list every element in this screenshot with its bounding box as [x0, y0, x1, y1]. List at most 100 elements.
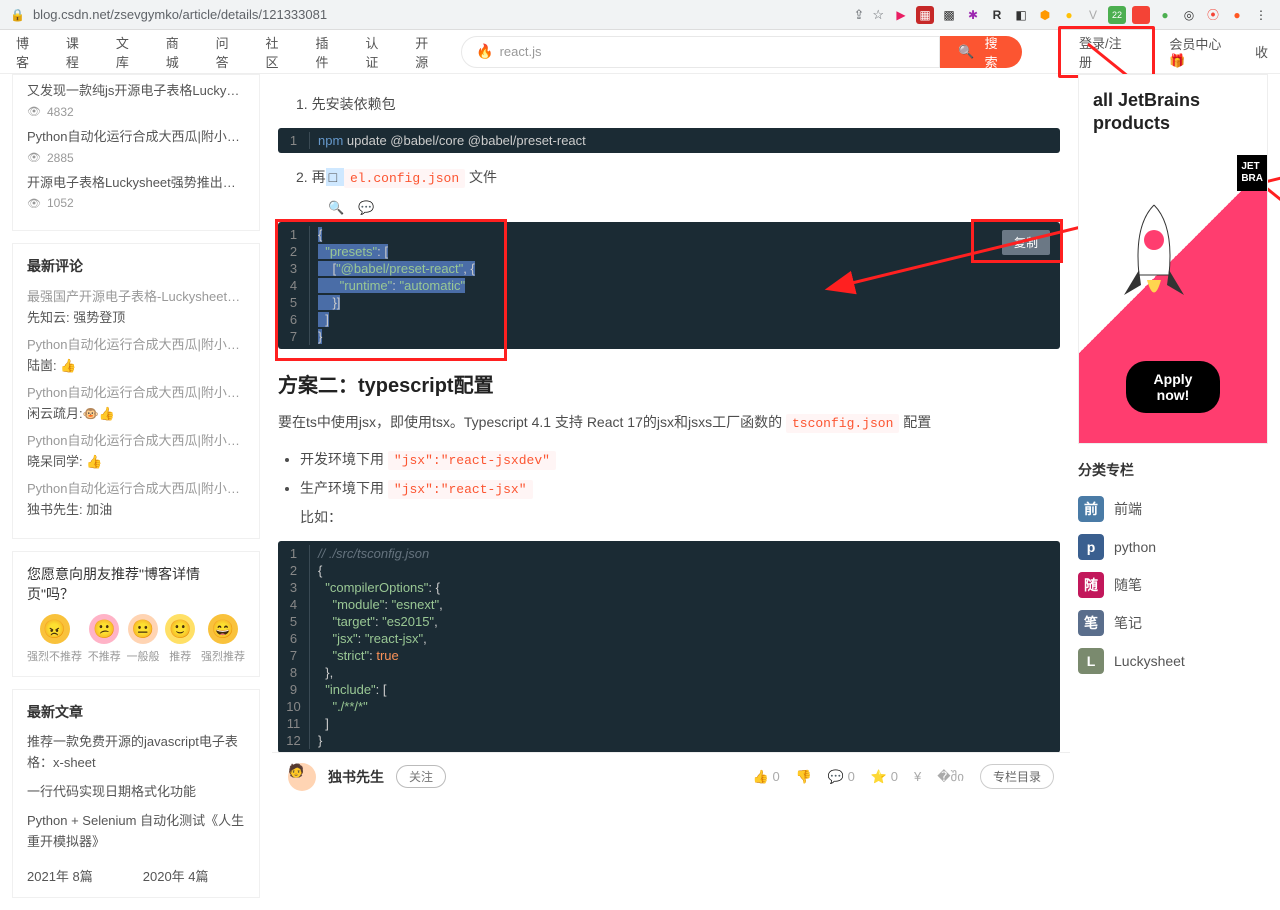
comment-icon[interactable]: 💬	[358, 200, 374, 216]
dislike-button[interactable]: 👎	[796, 769, 812, 785]
comment-item[interactable]: Python自动化运行合成大西瓜|附小游戏...闲云疏月:🐵👍	[27, 382, 245, 422]
nav-link[interactable]: 问答	[212, 33, 246, 71]
year-stat[interactable]: 2020年 4篇	[143, 866, 209, 885]
category-item[interactable]: 前前端	[1078, 490, 1268, 528]
nav-link[interactable]: 博客	[12, 33, 46, 71]
get-link[interactable]: 收	[1255, 42, 1268, 61]
paragraph: 要在ts中使用jsx，即使用tsx。Typescript 4.1 支持 Reac…	[278, 408, 1060, 437]
ext-icon[interactable]: 22	[1108, 6, 1126, 24]
code-content[interactable]: }	[310, 732, 330, 749]
category-item[interactable]: ppython	[1078, 528, 1268, 566]
recommend-heading: 您愿意向朋友推荐"博客详情页"吗？	[27, 564, 245, 604]
nav-link[interactable]: 社区	[262, 33, 296, 71]
comment-item[interactable]: Python自动化运行合成大西瓜|附小游戏...独书先生: 加油	[27, 478, 245, 518]
category-item[interactable]: 随随笔	[1078, 566, 1268, 604]
author-avatar[interactable]: 🧑	[288, 763, 316, 791]
line-number: 11	[278, 715, 310, 732]
toc-button[interactable]: 专栏目录	[980, 764, 1054, 789]
ext-icon[interactable]: ▩	[940, 6, 958, 24]
comment-item[interactable]: 最强国产开源电子表格-Luckysheet，强...先知云: 强势登顶	[27, 286, 245, 326]
author-name[interactable]: 独书先生	[328, 767, 384, 787]
ext-icon[interactable]: ⦿	[1204, 6, 1222, 24]
comment-item[interactable]: Python自动化运行合成大西瓜|附小游戏...陆崮: 👍	[27, 334, 245, 374]
code-content[interactable]: "target": "es2015",	[310, 613, 446, 630]
line-number: 1	[278, 132, 310, 149]
nav-link[interactable]: 插件	[311, 33, 345, 71]
share-button[interactable]: �ში	[937, 769, 964, 785]
ext-icon[interactable]: ●	[1228, 6, 1246, 24]
comment-count[interactable]: 💬 0	[828, 769, 855, 785]
category-item[interactable]: LLuckysheet	[1078, 642, 1268, 680]
code-content[interactable]: "include": [	[310, 681, 395, 698]
code-content[interactable]: "module": "esnext",	[310, 596, 451, 613]
follow-button[interactable]: 关注	[396, 765, 446, 788]
ext-icon[interactable]: ⋮	[1252, 6, 1270, 24]
rating-emoji[interactable]: 😄强烈推荐	[201, 614, 245, 664]
nav-link[interactable]: 开源	[411, 33, 445, 71]
star-icon[interactable]: ☆	[872, 7, 884, 23]
latest-article-link[interactable]: Python + Selenium 自动化测试《人生重开模拟器》	[27, 811, 245, 853]
rating-emoji[interactable]: 😕不推荐	[88, 614, 121, 664]
related-articles-card: 又发现一款纯js开源电子表格Luckysheet 👁 4832 Python自动化运…	[12, 74, 260, 231]
zoom-icon[interactable]: 🔍	[328, 200, 344, 216]
comment-item[interactable]: Python自动化运行合成大西瓜|附小游戏...晓呆同学: 👍	[27, 430, 245, 470]
login-link[interactable]: 登录/注册	[1058, 26, 1155, 78]
member-link[interactable]: 会员中心 🎁	[1169, 34, 1241, 69]
ad-card[interactable]: all JetBrains products JET BRA Apply now…	[1078, 74, 1268, 444]
related-article-link[interactable]: 又发现一款纯js开源电子表格Luckysheet	[27, 81, 245, 102]
ext-icon[interactable]: ▦	[916, 6, 934, 24]
ext-icon[interactable]: ◧	[1012, 6, 1030, 24]
search-box[interactable]: 🔥	[461, 36, 940, 68]
category-item[interactable]: 笔笔记	[1078, 604, 1268, 642]
code-content[interactable]: "./**/*"	[310, 698, 376, 715]
reward-button[interactable]: ¥	[914, 769, 921, 784]
search-icon: 🔍	[958, 44, 974, 60]
step-text: 1. 先安装依赖包	[296, 90, 1060, 118]
code-content[interactable]: "strict": true	[310, 647, 407, 664]
ext-icon[interactable]: ⬢	[1036, 6, 1054, 24]
code-content[interactable]: },	[310, 664, 341, 681]
year-stat[interactable]: 2021年 8篇	[27, 866, 93, 885]
code-content[interactable]: "compilerOptions": {	[310, 579, 448, 596]
ad-text: all JetBrains products	[1079, 75, 1267, 150]
nav-link[interactable]: 文库	[112, 33, 146, 71]
nav-link[interactable]: 商城	[162, 33, 196, 71]
star-count[interactable]: ⭐ 0	[871, 769, 898, 785]
related-article-link[interactable]: 开源电子表格Luckysheet强势推出在线协作	[27, 173, 245, 194]
rating-emoji[interactable]: 😠强烈不推荐	[27, 614, 82, 664]
rating-emoji[interactable]: 🙂推荐	[165, 614, 195, 664]
ext-icon[interactable]	[1132, 6, 1150, 24]
code-content: npm update @babel/core @babel/preset-rea…	[310, 132, 594, 149]
view-count: 👁 2885	[27, 151, 245, 165]
share-icon[interactable]: ⇪	[853, 7, 864, 23]
latest-article-link[interactable]: 推荐一款免费开源的javascript电子表格：x-sheet	[27, 732, 245, 774]
code-content[interactable]: {	[310, 562, 330, 579]
ad-apply-button[interactable]: Apply now!	[1126, 361, 1220, 413]
related-article-link[interactable]: Python自动化运行合成大西瓜|附小游戏地址	[27, 127, 245, 148]
line-number: 4	[278, 596, 310, 613]
nav-link[interactable]: 认证	[361, 33, 395, 71]
comments-card: 最新评论 最强国产开源电子表格-Luckysheet，强...先知云: 强势登顶…	[12, 243, 260, 539]
ext-icon[interactable]: ✱	[964, 6, 982, 24]
ext-icon[interactable]: R	[988, 6, 1006, 24]
ext-icon[interactable]: ▶	[892, 6, 910, 24]
code-block-1: 1 npm update @babel/core @babel/preset-r…	[278, 128, 1060, 153]
ext-icon[interactable]: ●	[1156, 6, 1174, 24]
latest-heading: 最新文章	[27, 702, 245, 722]
code-content[interactable]: // ./src/tsconfig.json	[310, 545, 437, 562]
view-count: 👁 4832	[27, 105, 245, 119]
code-content[interactable]: "jsx": "react-jsx",	[310, 630, 435, 647]
ext-icon[interactable]: ●	[1060, 6, 1078, 24]
line-number: 2	[278, 562, 310, 579]
top-nav: 博客课程文库商城问答社区插件认证开源 🔥 🔍 搜索 登录/注册 会员中心 🎁 收	[0, 30, 1280, 74]
nav-link[interactable]: 课程	[62, 33, 96, 71]
like-count[interactable]: 👍 0	[753, 769, 780, 785]
search-button[interactable]: 🔍 搜索	[940, 36, 1022, 68]
ext-icon[interactable]: ◎	[1180, 6, 1198, 24]
line-number: 8	[278, 664, 310, 681]
ext-icon[interactable]: V	[1084, 6, 1102, 24]
search-input[interactable]	[500, 44, 925, 59]
url-text: blog.csdn.net/zsevgymko/article/details/…	[33, 7, 845, 22]
rating-emoji[interactable]: 😐一般般	[127, 614, 160, 664]
code-content[interactable]: ]	[310, 715, 337, 732]
